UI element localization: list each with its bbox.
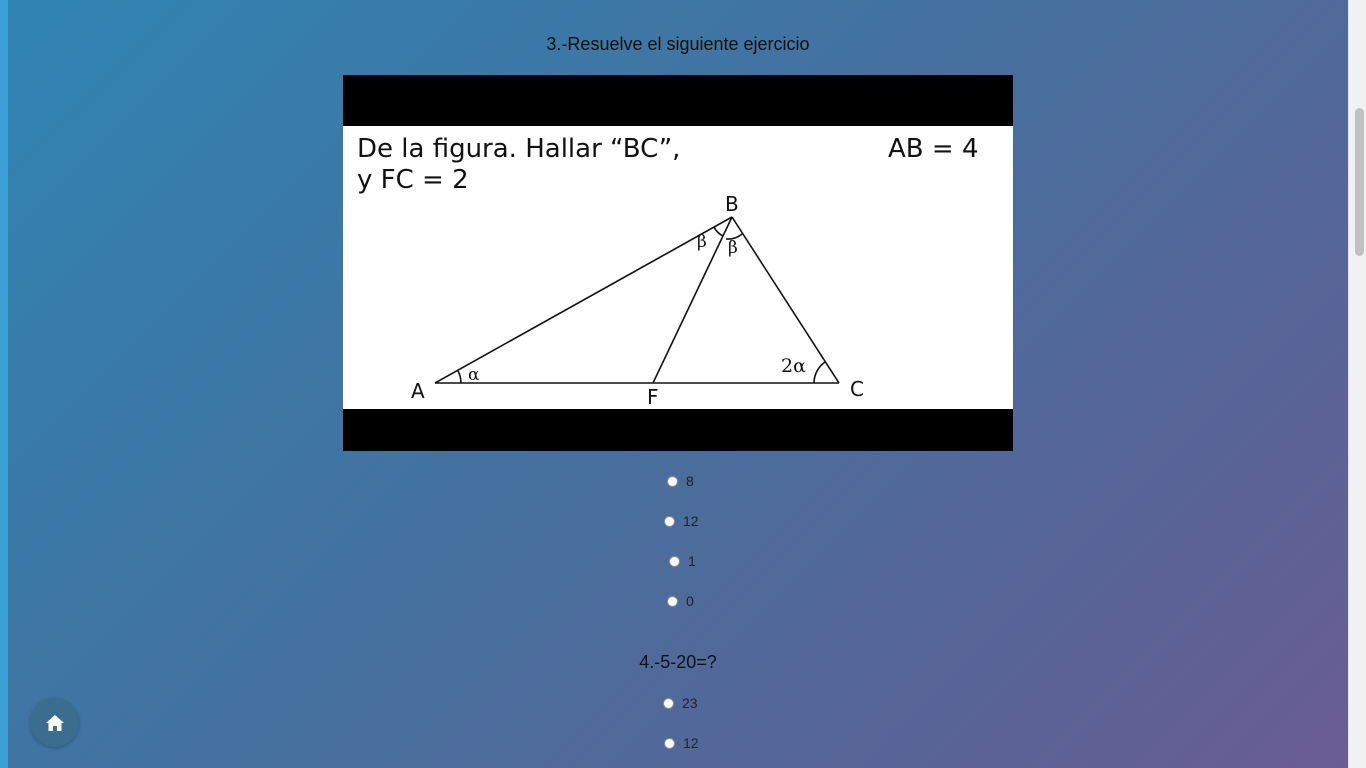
vertex-a-label: A	[411, 379, 425, 403]
radio-button[interactable]	[667, 475, 678, 487]
radio-button[interactable]	[663, 697, 674, 709]
point-f-label: F	[647, 385, 659, 409]
option-label: 23	[682, 695, 698, 711]
option-label: 12	[683, 513, 699, 529]
angle-two-alpha-label: 2α	[781, 355, 806, 377]
angle-beta-left-label: β	[697, 232, 707, 252]
scrollbar-thumb[interactable]	[1355, 108, 1364, 256]
side-ab	[434, 216, 733, 384]
statement-given-ab: AB = 4	[888, 134, 978, 164]
statement-line-1: De la figura. Hallar “BC”,	[357, 134, 680, 164]
question-3-figure: De la figura. Hallar “BC”, AB = 4 y FC =…	[343, 75, 1013, 451]
angle-beta-right-label: β	[728, 238, 738, 258]
option-label: 8	[686, 473, 694, 489]
question-4-title: 4.-5-20=?	[639, 652, 717, 672]
option-label: 0	[686, 593, 694, 609]
q3-option-3[interactable]: 1	[669, 551, 696, 571]
home-button[interactable]	[30, 698, 79, 747]
question-3-title: 3.-Resuelve el siguiente ejercicio	[546, 34, 810, 54]
option-label: 12	[683, 735, 699, 751]
statement-line-2: y FC = 2	[357, 165, 469, 195]
vertex-b-label: B	[725, 192, 739, 216]
option-label: 1	[688, 553, 696, 569]
radio-button[interactable]	[664, 515, 675, 527]
angle-alpha-label: α	[468, 365, 480, 385]
vertex-c-label: C	[850, 377, 864, 401]
q3-option-2[interactable]: 12	[664, 511, 699, 531]
radio-button[interactable]	[667, 595, 678, 607]
angle-arc-a	[457, 370, 462, 384]
page-scrollbar[interactable]	[1348, 0, 1366, 768]
angle-arc-b-left	[713, 226, 724, 237]
q4-option-1[interactable]: 23	[663, 693, 698, 713]
q3-option-1[interactable]: 8	[667, 471, 694, 491]
radio-button[interactable]	[669, 555, 680, 567]
home-icon	[45, 714, 64, 731]
radio-button[interactable]	[664, 737, 675, 749]
triangle-diagram: De la figura. Hallar “BC”, AB = 4 y FC =…	[357, 134, 978, 409]
q4-option-2[interactable]: 12	[664, 733, 699, 753]
figure-canvas: De la figura. Hallar “BC”, AB = 4 y FC =…	[343, 126, 1013, 409]
angle-arc-c	[813, 361, 826, 384]
segment-bf	[652, 216, 733, 384]
q3-option-4[interactable]: 0	[667, 591, 694, 611]
